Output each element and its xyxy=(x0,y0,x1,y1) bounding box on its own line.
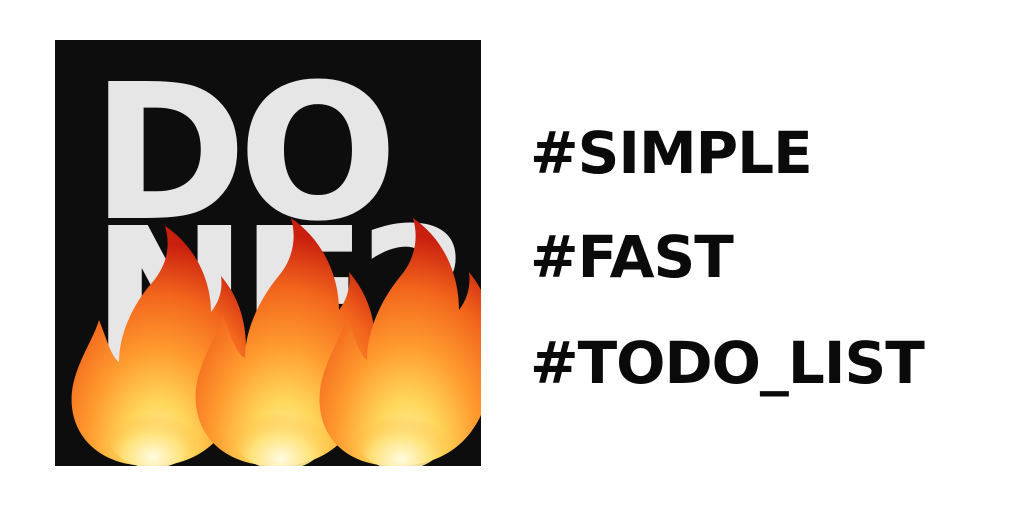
fire-icons xyxy=(71,218,481,466)
app-logo: DO NE? xyxy=(55,40,481,466)
fire-icon xyxy=(319,218,481,466)
hashtag-fast: #FAST xyxy=(530,223,734,291)
hashtag-simple: #SIMPLE xyxy=(530,119,813,187)
hashtag-todo-list: #TODO_LIST xyxy=(530,329,925,397)
